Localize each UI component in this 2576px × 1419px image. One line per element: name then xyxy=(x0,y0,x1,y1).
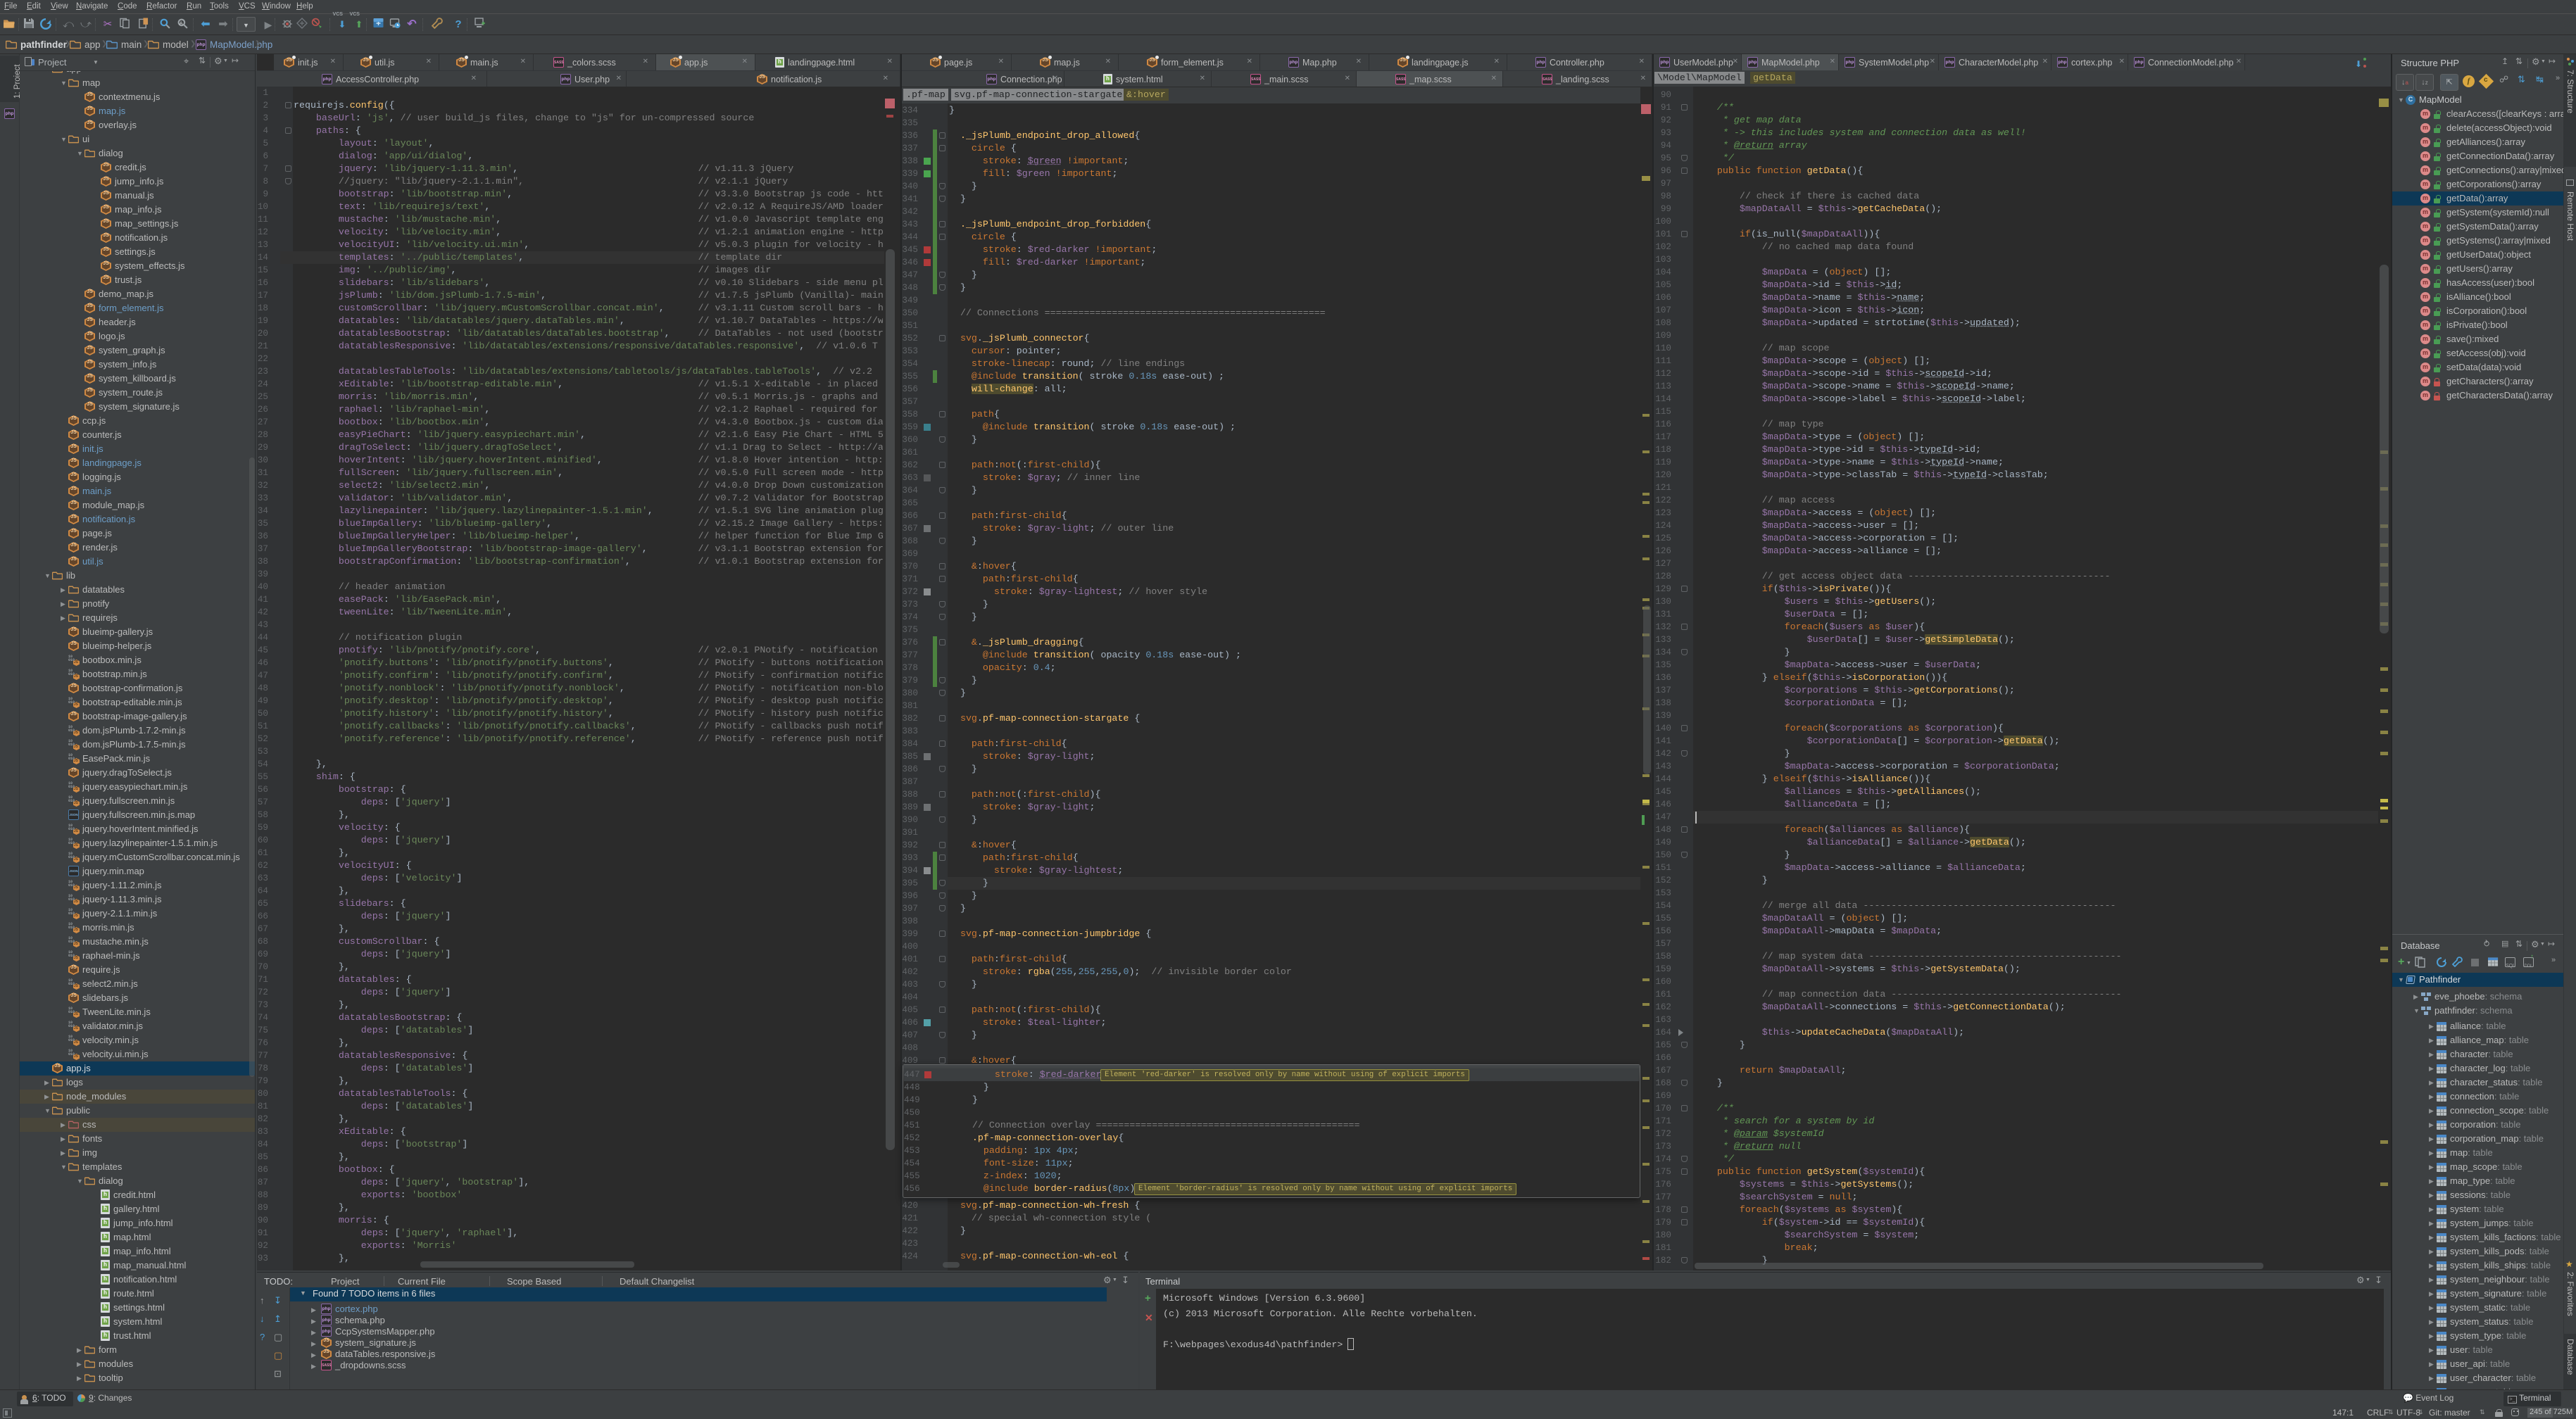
svg-text:A: A xyxy=(179,20,182,27)
